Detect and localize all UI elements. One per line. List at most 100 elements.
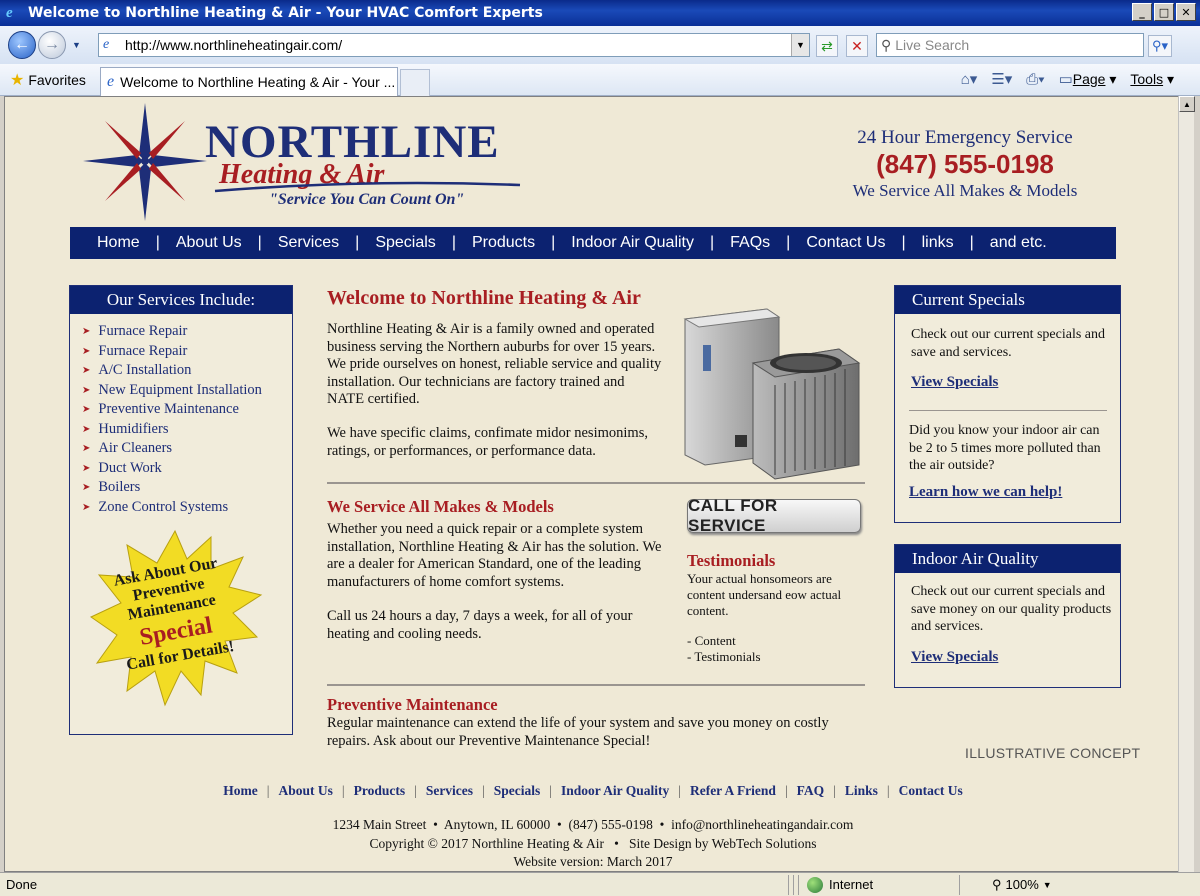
tools-menu[interactable]: Tools ▾	[1130, 71, 1174, 88]
zoom-control[interactable]: ⚲ 100% ▼	[992, 877, 1052, 893]
close-window-button[interactable]: ✕	[1176, 3, 1196, 21]
service-label: A/C Installation	[98, 362, 192, 379]
footer-nav: Home | About Us | Products | Services | Spec…	[5, 783, 1179, 799]
service-item[interactable]: ➤ Air Cleaners	[82, 439, 292, 459]
service-item[interactable]: ➤ Humidifiers	[82, 420, 292, 440]
service-item[interactable]: ➤ Furnace Repair	[82, 342, 292, 362]
footer-about[interactable]: About Us	[279, 783, 333, 799]
stop-icon[interactable]: ✕	[846, 35, 868, 57]
service-item[interactable]: ➤ Preventive Maintenance	[82, 400, 292, 420]
service-item[interactable]: ➤ Duct Work	[82, 459, 292, 479]
service-label: Furnace Repair	[98, 323, 188, 340]
testimonial-item[interactable]: - Content	[687, 633, 867, 649]
page-menu[interactable]: ▭Page ▾	[1059, 70, 1117, 88]
favorites-bar: ★ Favorites e Welcome to Northline Heati…	[0, 64, 1200, 96]
address-dropdown-icon[interactable]: ▼	[791, 34, 809, 56]
learn-help-link[interactable]: Learn how we can help!	[909, 484, 1062, 501]
minimize-button[interactable]: _	[1132, 3, 1152, 21]
arrow-icon: ➤	[82, 384, 91, 396]
footer-separator: |	[414, 783, 417, 798]
footer-copyright: Copyright © 2017 Northline Heating & Air…	[369, 836, 817, 851]
footer-separator: |	[886, 783, 890, 798]
brand-tagline: "Service You Can Count On"	[269, 191, 465, 208]
browser-tab[interactable]: e Welcome to Northline Heating & Air - Y…	[100, 67, 398, 96]
nav-iaq[interactable]: Indoor Air Quality	[571, 234, 694, 252]
window-titlebar: e Welcome to Northline Heating & Air - Y…	[0, 0, 1200, 26]
footer-separator: |	[266, 783, 270, 798]
nav-specials[interactable]: Specials	[375, 234, 435, 252]
history-dropdown-icon[interactable]: ▼	[72, 40, 81, 50]
nav-contact[interactable]: Contact Us	[806, 234, 885, 252]
service-item[interactable]: ➤ New Equipment Installation	[82, 381, 292, 401]
iaq-view-specials-link[interactable]: View Specials	[911, 649, 998, 666]
view-specials-link[interactable]: View Specials	[911, 374, 998, 391]
call-for-service-button[interactable]: CALL FOR SERVICE	[687, 496, 861, 535]
tab-ie-icon: e	[107, 73, 115, 90]
search-placeholder[interactable]: Live Search	[895, 37, 969, 53]
home-icon[interactable]: ⌂▾	[961, 70, 978, 88]
maximize-button[interactable]: □	[1154, 3, 1174, 21]
makes-paragraph: Whether you need a quick repair or a com…	[327, 521, 662, 590]
nav-products[interactable]: Products	[472, 234, 535, 252]
footer-links[interactable]: Links	[845, 783, 878, 799]
forward-button[interactable]: →	[38, 31, 66, 59]
footer-faq[interactable]: FAQ	[797, 783, 825, 799]
address-url[interactable]: http://www.northlineheatingair.com/	[125, 37, 342, 53]
footer-home[interactable]: Home	[223, 783, 258, 799]
feeds-icon[interactable]: ☰▾	[991, 70, 1012, 88]
nav-separator: |	[551, 234, 556, 251]
service-label: Humidifiers	[98, 420, 169, 437]
scroll-up-icon[interactable]: ▲	[1179, 96, 1195, 112]
back-button[interactable]: ←	[8, 31, 36, 59]
compass-star-logo	[83, 103, 207, 221]
arrow-icon: ➤	[82, 404, 91, 416]
print-icon[interactable]: ⎙▾	[1026, 71, 1044, 88]
footer-separator: |	[482, 783, 485, 798]
service-item[interactable]: ➤ Furnace Repair	[82, 322, 292, 342]
globe-icon	[807, 876, 823, 893]
address-bar[interactable]: e http://www.northlineheatingair.com/ ▼	[98, 33, 810, 57]
arrow-icon: ➤	[82, 501, 91, 513]
nav-faqs[interactable]: FAQs	[730, 234, 770, 252]
service-label: Preventive Maintenance	[98, 401, 239, 418]
footer-services[interactable]: Services	[426, 783, 473, 799]
arrow-icon: ➤	[82, 326, 91, 338]
testimonial-item[interactable]: - Testimonials	[687, 649, 867, 665]
zone-label: Internet	[829, 877, 874, 892]
footer-refer[interactable]: Refer A Friend	[690, 783, 776, 799]
service-label: Duct Work	[98, 459, 162, 476]
new-tab-button[interactable]	[400, 69, 430, 96]
service-item[interactable]: ➤ Boilers	[82, 478, 292, 498]
footer-specials[interactable]: Specials	[494, 783, 541, 799]
status-bar: Done Internet ⚲ 100% ▼	[0, 872, 1200, 896]
page-icon-small: ▭	[1058, 71, 1073, 88]
footer-separator: |	[833, 783, 836, 798]
ie-icon: e	[6, 5, 13, 21]
footer-contact[interactable]: Contact Us	[899, 783, 963, 799]
testimonials-text: Your actual honsomeors are content under…	[687, 571, 842, 618]
footer-products[interactable]: Products	[354, 783, 406, 799]
status-text: Done	[6, 877, 38, 892]
nav-home[interactable]: Home	[97, 234, 140, 252]
nav-separator: |	[901, 234, 906, 251]
service-label: Zone Control Systems	[98, 498, 229, 515]
nav-etc[interactable]: and etc.	[990, 234, 1047, 252]
makes-models: We Service All Makes & Models	[852, 181, 1078, 200]
phone-number[interactable]: (847) 555-0198	[843, 149, 1087, 180]
search-box[interactable]: ⚲ Live Search	[876, 33, 1144, 57]
favorites-button[interactable]: ★ Favorites	[10, 70, 86, 90]
nav-about[interactable]: About Us	[176, 234, 242, 252]
vertical-scrollbar[interactable]: ▲	[1178, 96, 1195, 872]
browser-navbar: ← → ▼ e http://www.northlineheatingair.c…	[0, 26, 1200, 64]
nav-services[interactable]: Services	[278, 234, 339, 252]
favorites-star-icon: ★	[10, 71, 25, 89]
nav-separator: |	[710, 234, 715, 251]
search-go-button[interactable]: ⚲▾	[1148, 35, 1172, 57]
zoom-level: 100%	[1005, 877, 1039, 892]
nav-links[interactable]: links	[922, 234, 954, 252]
service-item[interactable]: ➤ A/C Installation	[82, 361, 292, 381]
arrow-icon: ➤	[82, 365, 91, 377]
footer-iaq[interactable]: Indoor Air Quality	[561, 783, 669, 799]
refresh-icon[interactable]: ⇄	[816, 35, 838, 57]
service-item[interactable]: ➤ Zone Control Systems	[82, 498, 292, 518]
